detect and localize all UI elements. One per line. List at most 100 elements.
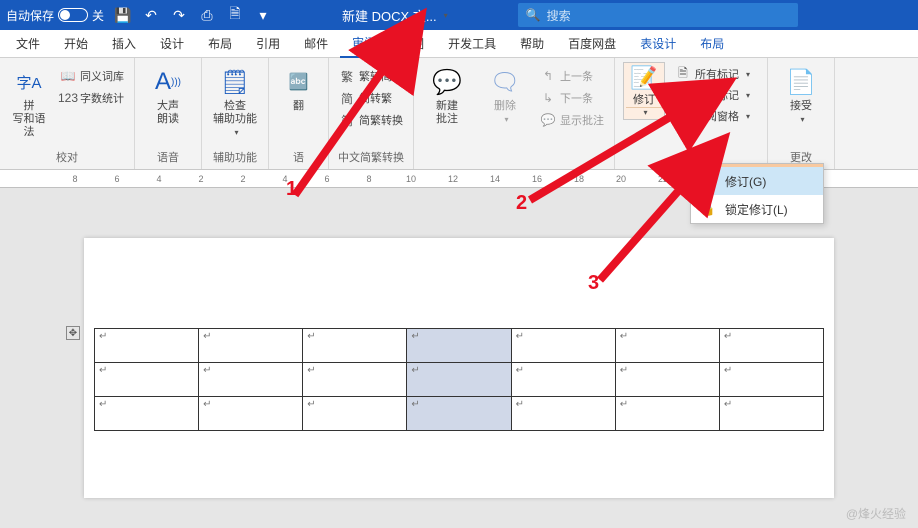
- thesaurus-button[interactable]: 📖同义词库: [58, 66, 126, 86]
- tab-table-design[interactable]: 表设计: [628, 30, 688, 58]
- search-placeholder: 搜索: [547, 7, 571, 24]
- autosave-toggle[interactable]: 自动保存 关: [6, 7, 104, 24]
- spellcheck-icon: 字A: [13, 66, 45, 98]
- accessibility-button[interactable]: 🗒 检查辅助功能▾: [210, 62, 260, 139]
- table-cell[interactable]: ↵: [407, 363, 511, 397]
- group-proofing: 字A 拼写和语法 📖同义词库 123字数统计 校对: [0, 58, 135, 169]
- table-cell[interactable]: ↵: [199, 397, 303, 431]
- table-cell[interactable]: ↵: [95, 363, 199, 397]
- table-cell[interactable]: ↵: [615, 329, 719, 363]
- table-cell[interactable]: ↵: [615, 363, 719, 397]
- track-changes-button[interactable]: 📝 修订 ▾: [623, 62, 665, 120]
- redo-icon[interactable]: ↷: [170, 6, 188, 24]
- table-cell[interactable]: ↵: [199, 363, 303, 397]
- group-comments: 💬 新建批注 🗨 删除▾ ↰上一条 ↳下一条 💬显示批注: [414, 58, 615, 169]
- table-cell[interactable]: ↵: [303, 397, 407, 431]
- tab-developer[interactable]: 开发工具: [436, 30, 508, 58]
- track-dropdown-icon[interactable]: ▾: [626, 107, 662, 117]
- convert-button[interactable]: 简简繁转换: [337, 110, 405, 130]
- tab-file[interactable]: 文件: [4, 30, 52, 58]
- accept-icon: 📄: [785, 66, 817, 98]
- lock-icon: 🔒: [699, 200, 717, 218]
- print-icon[interactable]: ⎙: [198, 6, 216, 24]
- simp-to-trad-button[interactable]: 简简转繁: [337, 88, 405, 108]
- table-cell[interactable]: ↵: [407, 397, 511, 431]
- tab-review[interactable]: 审阅: [340, 30, 388, 58]
- table-cell[interactable]: ↵: [719, 397, 823, 431]
- spellcheck-button[interactable]: 字A 拼写和语法: [8, 62, 50, 139]
- wordcount-button[interactable]: 123字数统计: [58, 88, 126, 108]
- save-icon[interactable]: 💾: [114, 6, 132, 24]
- menu-track-changes[interactable]: 📝 修订(G): [691, 164, 823, 195]
- accept-button[interactable]: 📄 接受▾: [776, 62, 826, 126]
- watermark: @烽火经验: [846, 505, 906, 522]
- annotation-3: 3: [588, 272, 599, 295]
- review-pane-button[interactable]: ▤审阅窗格▾: [673, 106, 759, 126]
- translate-button[interactable]: 🔤 翻: [286, 62, 312, 113]
- tab-baidu[interactable]: 百度网盘: [556, 30, 628, 58]
- table-cell[interactable]: ↵: [615, 397, 719, 431]
- toggle-switch[interactable]: [58, 8, 88, 22]
- table-row[interactable]: ↵ ↵ ↵ ↵ ↵ ↵ ↵: [95, 363, 824, 397]
- markup-display-button[interactable]: 🗎所有标记▾: [673, 64, 759, 84]
- trad-to-simp-button[interactable]: 繁繁转简: [337, 66, 405, 86]
- group-accessibility: 🗒 检查辅助功能▾ 辅助功能: [202, 58, 269, 169]
- prev-comment-button[interactable]: ↰上一条: [538, 66, 606, 86]
- qat-more-icon[interactable]: ▾: [254, 6, 272, 24]
- autosave-label: 自动保存: [6, 7, 54, 24]
- track-icon: 📝: [630, 65, 657, 91]
- read-aloud-button[interactable]: A))) 大声朗读: [143, 62, 193, 126]
- tab-help[interactable]: 帮助: [508, 30, 556, 58]
- table-cell[interactable]: ↵: [95, 329, 199, 363]
- group-changes: 📄 接受▾ 更改: [768, 58, 835, 169]
- count-icon: 123: [60, 90, 76, 106]
- table-cell[interactable]: ↵: [511, 397, 615, 431]
- group-label-speech: 语音: [157, 147, 179, 169]
- document-title[interactable]: 新建 DOCX 文... ▾: [342, 6, 448, 25]
- menu-lock-tracking[interactable]: 🔒 锁定修订(L): [691, 195, 823, 223]
- group-language: 🔤 翻 语: [269, 58, 329, 169]
- document-table[interactable]: ↵ ↵ ↵ ↵ ↵ ↵ ↵ ↵ ↵ ↵ ↵ ↵ ↵ ↵ ↵ ↵ ↵ ↵: [94, 328, 824, 431]
- table-cell[interactable]: ↵: [511, 363, 615, 397]
- tab-insert[interactable]: 插入: [100, 30, 148, 58]
- tab-table-layout[interactable]: 布局: [688, 30, 736, 58]
- group-label-comments: [512, 151, 515, 169]
- page[interactable]: ✥ ↵ ↵ ↵ ↵ ↵ ↵ ↵ ↵ ↵ ↵ ↵ ↵ ↵ ↵ ↵: [84, 238, 834, 498]
- accessibility-icon: 🗒: [219, 66, 251, 98]
- undo-icon[interactable]: ↶: [142, 6, 160, 24]
- doc-icon[interactable]: 🗎: [226, 6, 244, 24]
- tab-layout[interactable]: 布局: [196, 30, 244, 58]
- tab-home[interactable]: 开始: [52, 30, 100, 58]
- table-cell[interactable]: ↵: [719, 329, 823, 363]
- delete-comment-button[interactable]: 🗨 删除▾: [480, 62, 530, 126]
- table-move-handle[interactable]: ✥: [66, 326, 80, 340]
- tab-references[interactable]: 引用: [244, 30, 292, 58]
- table-cell[interactable]: ↵: [407, 329, 511, 363]
- table-cell[interactable]: ↵: [719, 363, 823, 397]
- show-markup-button[interactable]: 🗎显示标记▾: [673, 85, 759, 105]
- table-row[interactable]: ↵ ↵ ↵ ↵ ↵ ↵ ↵: [95, 397, 824, 431]
- show-comments-button[interactable]: 💬显示批注: [538, 110, 606, 130]
- table-row[interactable]: ↵ ↵ ↵ ↵ ↵ ↵ ↵: [95, 329, 824, 363]
- next-comment-button[interactable]: ↳下一条: [538, 88, 606, 108]
- table-cell[interactable]: ↵: [303, 363, 407, 397]
- new-comment-button[interactable]: 💬 新建批注: [422, 62, 472, 126]
- ribbon-tabs: 文件 开始 插入 设计 布局 引用 邮件 审阅 视图 开发工具 帮助 百度网盘 …: [0, 30, 918, 58]
- annotation-2: 2: [516, 192, 527, 215]
- tab-mailings[interactable]: 邮件: [292, 30, 340, 58]
- track-icon: 📝: [699, 172, 717, 190]
- group-speech: A))) 大声朗读 语音: [135, 58, 202, 169]
- table-cell[interactable]: ↵: [199, 329, 303, 363]
- autosave-state: 关: [92, 7, 104, 24]
- tab-design[interactable]: 设计: [148, 30, 196, 58]
- convert-icon: 简: [339, 90, 355, 106]
- table-cell[interactable]: ↵: [303, 329, 407, 363]
- group-tracking: 📝 修订 ▾ 🗎所有标记▾ 🗎显示标记▾ ▤审阅窗格▾: [615, 58, 768, 169]
- title-dropdown-icon[interactable]: ▾: [441, 11, 448, 20]
- tab-view[interactable]: 视图: [388, 30, 436, 58]
- table-cell[interactable]: ↵: [95, 397, 199, 431]
- table-cell[interactable]: ↵: [511, 329, 615, 363]
- speaker-icon: A))): [152, 66, 184, 98]
- search-box[interactable]: 🔍 搜索: [518, 3, 798, 27]
- group-label-proofing: 校对: [56, 147, 78, 169]
